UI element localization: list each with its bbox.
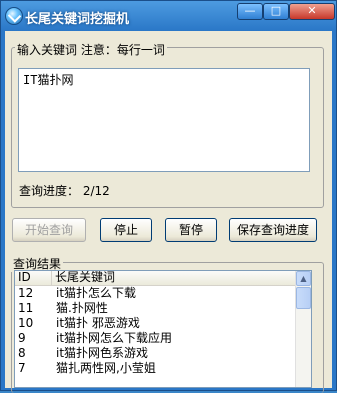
row-keyword: 猫.扑网性	[56, 301, 108, 315]
list-item[interactable]: 10 it猫扑 邪恶游戏	[15, 316, 297, 331]
row-keyword: 猫扎两性网,小莹姐	[56, 361, 156, 375]
client-area: 输入关键词 注意：每行一词 IT猫扑网 查询进度： 2/12 开始查询 停止 暂…	[5, 31, 332, 393]
list-rows: 12 it猫扑怎么下载 11 猫.扑网性 10 it猫扑 邪恶游戏 9 it猫扑…	[15, 286, 297, 376]
list-item[interactable]: 11 猫.扑网性	[15, 301, 297, 316]
window-title: 长尾关键词挖掘机	[25, 12, 130, 27]
list-header: ID 长尾关键词	[15, 271, 297, 286]
results-list[interactable]: ID 长尾关键词 12 it猫扑怎么下载 11 猫.扑网性 10 it猫扑 邪恶…	[14, 270, 312, 388]
column-header-id[interactable]: ID	[15, 271, 52, 285]
app-logo-icon	[5, 7, 23, 25]
app-window: 长尾关键词挖掘机 — □ ✕ 输入关键词 注意：每行一词 IT猫扑网 查询进度：…	[0, 0, 337, 393]
row-id: 12	[18, 286, 34, 300]
save-progress-button[interactable]: 保存查询进度	[229, 218, 317, 242]
row-keyword: it猫扑网色系游戏	[56, 346, 149, 360]
scroll-up-arrow-icon[interactable]: ▲	[296, 271, 311, 286]
vertical-scrollbar[interactable]: ▲	[295, 271, 311, 387]
scroll-thumb[interactable]	[296, 287, 311, 309]
row-keyword: it猫扑怎么下载	[56, 286, 137, 300]
row-id: 10	[18, 316, 34, 330]
start-query-button[interactable]: 开始查询	[12, 218, 86, 242]
row-keyword: it猫扑网怎么下载应用	[56, 331, 173, 345]
row-id: 8	[18, 346, 26, 360]
keyword-textarea[interactable]: IT猫扑网	[18, 68, 310, 172]
stop-button[interactable]: 停止	[100, 218, 152, 242]
title-bar[interactable]: 长尾关键词挖掘机 — □ ✕	[1, 1, 336, 31]
close-button[interactable]: ✕	[289, 3, 335, 20]
list-item[interactable]: 9 it猫扑网怎么下载应用	[15, 331, 297, 346]
list-item[interactable]: 12 it猫扑怎么下载	[15, 286, 297, 301]
row-id: 7	[18, 361, 26, 375]
row-id: 11	[18, 301, 34, 315]
pause-button[interactable]: 暂停	[165, 218, 217, 242]
row-id: 9	[18, 331, 26, 345]
keyword-input-legend: 输入关键词 注意：每行一词	[15, 41, 167, 58]
column-header-keyword[interactable]: 长尾关键词	[52, 271, 297, 285]
progress-label: 查询进度： 2/12	[19, 184, 110, 198]
minimize-button[interactable]: —	[237, 3, 263, 20]
list-item[interactable]: 8 it猫扑网色系游戏	[15, 346, 297, 361]
list-item[interactable]: 7 猫扎两性网,小莹姐	[15, 361, 297, 376]
maximize-button[interactable]: □	[263, 3, 289, 20]
row-keyword: it猫扑 邪恶游戏	[56, 316, 140, 330]
